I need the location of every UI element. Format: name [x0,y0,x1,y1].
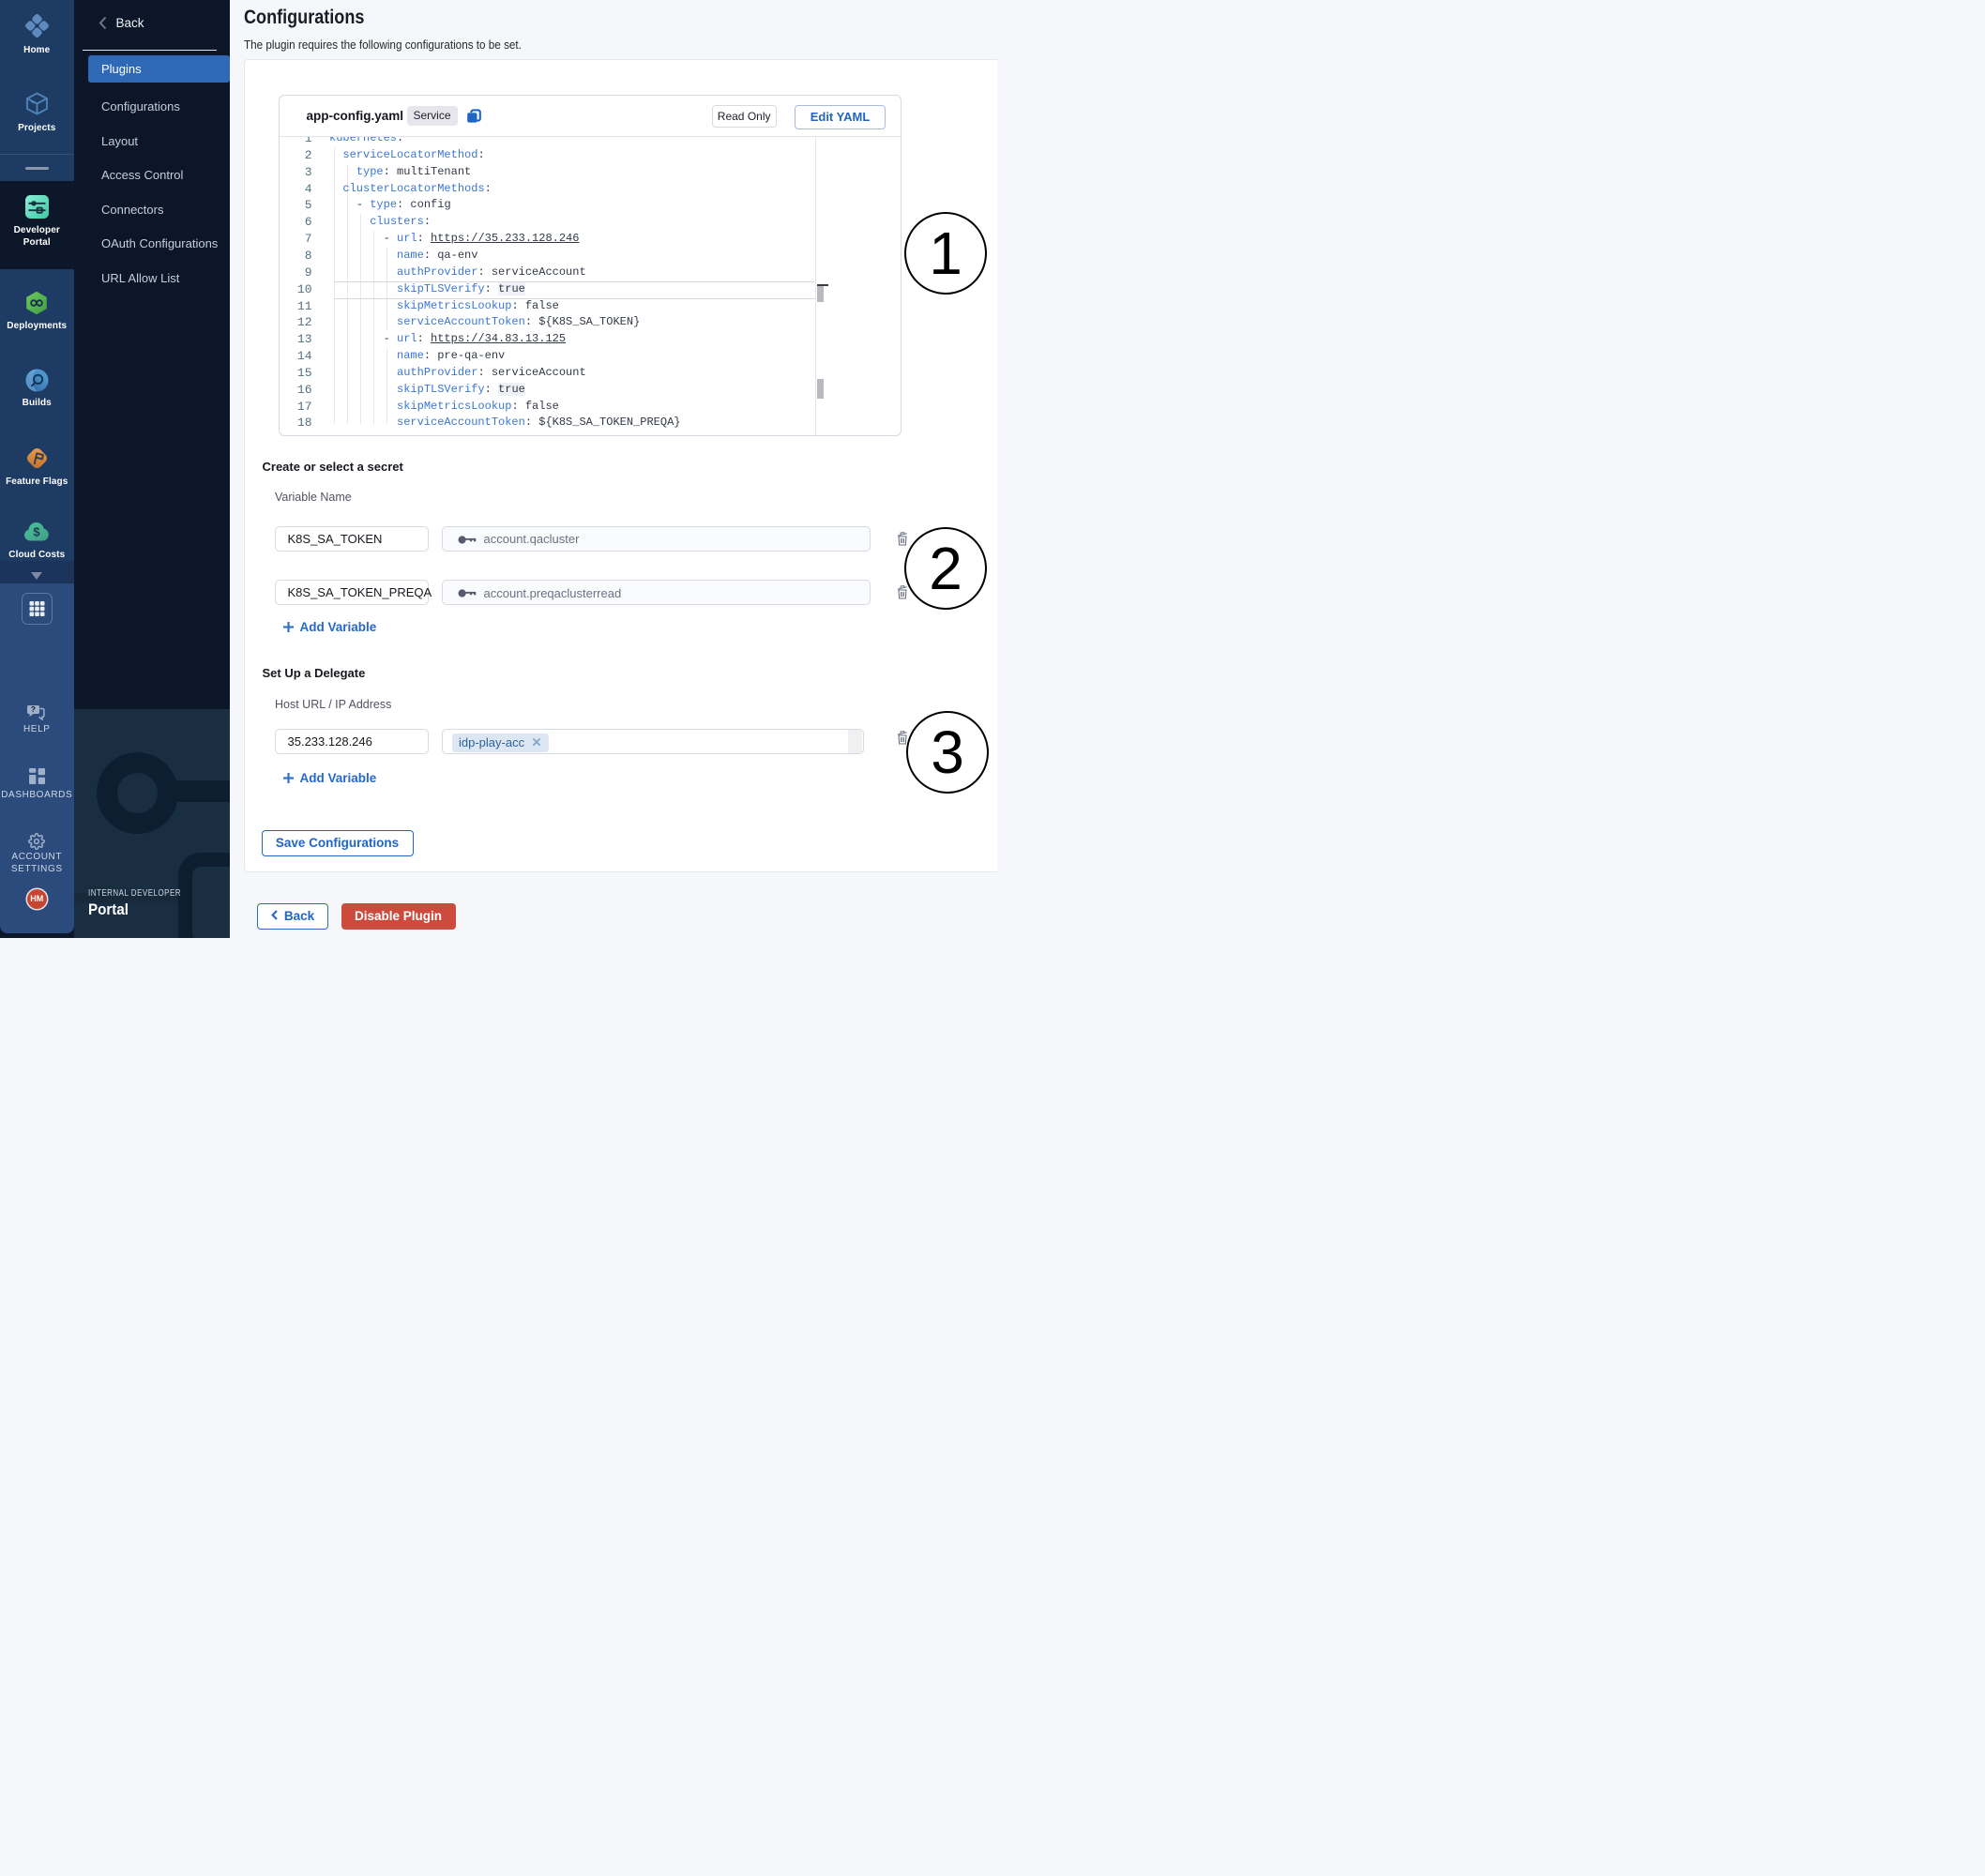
svg-text:?: ? [31,704,36,714]
svg-text:$: $ [33,525,40,539]
